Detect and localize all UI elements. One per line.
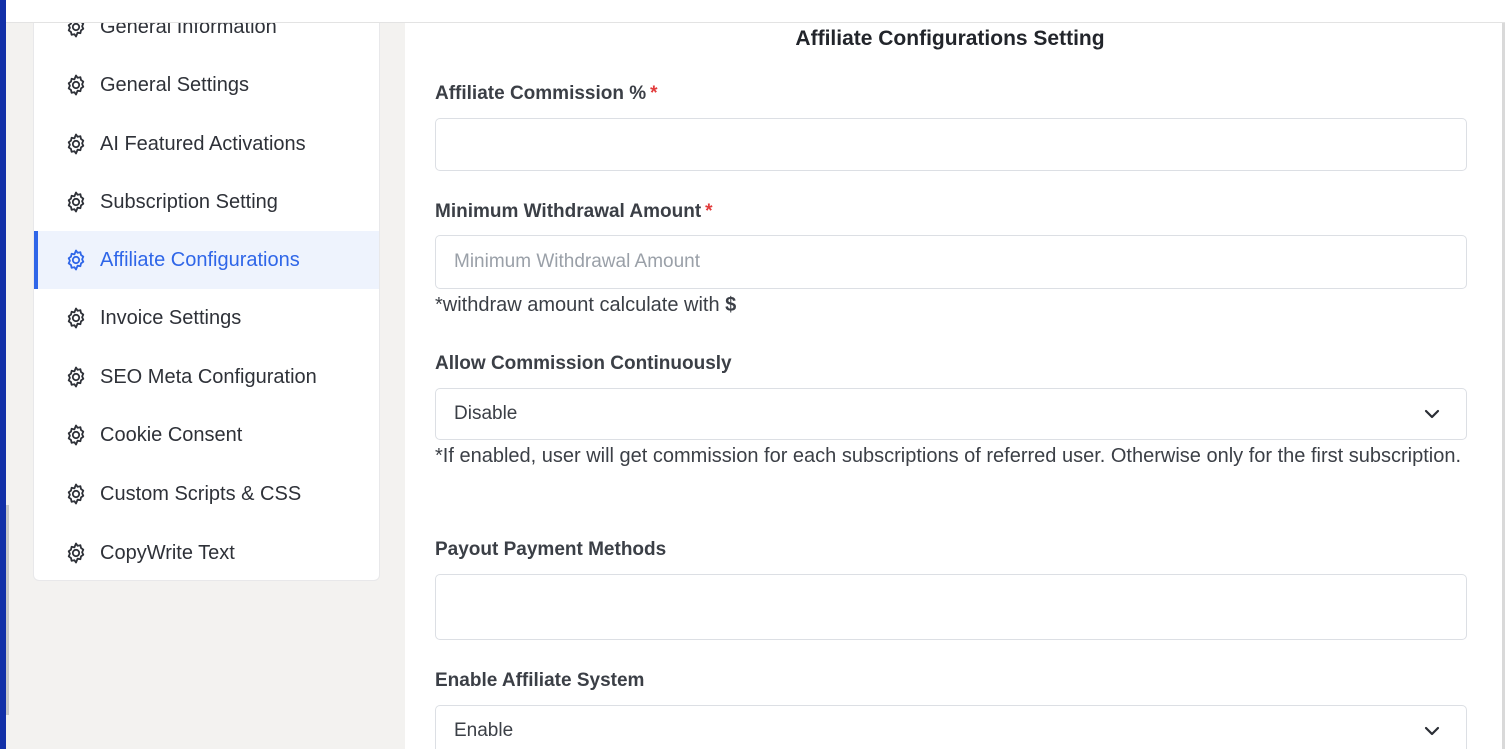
affiliate-settings-panel: Affiliate Configurations Setting Affilia… [405, 0, 1505, 749]
sidebar-item-label: Cookie Consent [100, 423, 243, 446]
sidebar-item-label: SEO Meta Configuration [100, 365, 317, 388]
min-withdrawal-label-text: Minimum Withdrawal Amount [435, 201, 702, 222]
top-bar-edge [0, 0, 6, 23]
payout-methods-label: Payout Payment Methods [435, 539, 667, 560]
gear-icon [64, 190, 88, 214]
commission-label-text: Affiliate Commission % [435, 83, 647, 104]
sidebar-item-label: Subscription Setting [100, 190, 278, 213]
page-title: Affiliate Configurations Setting [795, 27, 1105, 50]
allow-commission-hint: *If enabled, user will get commission fo… [435, 445, 1462, 467]
required-marker: * [650, 83, 658, 104]
chevron-down-icon [1422, 404, 1442, 424]
gear-icon [64, 365, 88, 389]
sidebar-item-label: Invoice Settings [100, 306, 242, 329]
allow-commission-select[interactable]: Disable [435, 388, 1467, 440]
withdrawal-hint: *withdraw amount calculate with $ [435, 288, 1475, 323]
top-bar [0, 0, 1505, 23]
sidebar-item-custom-scripts-css[interactable]: Custom Scripts & CSS [34, 465, 379, 523]
gear-icon [64, 423, 88, 447]
sidebar-item-label: General Settings [100, 73, 249, 96]
sidebar-item-label: AI Featured Activations [100, 132, 306, 155]
allow-commission-label: Allow Commission Continuously [435, 353, 732, 374]
sidebar-item-label: CopyWrite Text [100, 541, 235, 564]
affiliate-commission-input[interactable] [435, 118, 1467, 171]
sidebar-item-invoice-settings[interactable]: Invoice Settings [34, 289, 379, 347]
sidebar-item-copywrite-text[interactable]: CopyWrite Text [34, 524, 379, 582]
sidebar-item-affiliate-configurations[interactable]: Affiliate Configurations [34, 231, 379, 289]
enable-affiliate-value: Enable [454, 720, 514, 741]
gear-icon [64, 132, 88, 156]
sidebar-item-label: Custom Scripts & CSS [100, 482, 302, 505]
withdrawal-hint-text: *withdraw amount calculate with [435, 294, 720, 316]
chevron-down-icon [1422, 721, 1442, 741]
sidebar-item-label: Affiliate Configurations [100, 248, 300, 271]
commission-label: Affiliate Commission % * [435, 83, 658, 105]
allow-commission-value: Disable [454, 403, 518, 424]
currency-symbol: $ [725, 294, 737, 316]
sidebar-item-ai-featured-activations[interactable]: AI Featured Activations [34, 115, 379, 173]
sidebar-item-seo-meta-configuration[interactable]: SEO Meta Configuration [34, 348, 379, 406]
gear-icon [64, 541, 88, 565]
minimum-withdrawal-input[interactable] [435, 235, 1467, 289]
payout-methods-input[interactable] [435, 574, 1467, 640]
gear-icon [64, 306, 88, 330]
gear-icon [64, 73, 88, 97]
sidebar-item-general-settings[interactable]: General Settings [34, 56, 379, 114]
sidebar-item-cookie-consent[interactable]: Cookie Consent [34, 406, 379, 464]
gear-icon [64, 482, 88, 506]
enable-affiliate-select[interactable]: Enable [435, 705, 1467, 749]
enable-affiliate-label: Enable Affiliate System [435, 670, 645, 691]
gear-icon [64, 248, 88, 272]
left-scrollbar[interactable] [6, 505, 9, 715]
settings-sidebar: General Information General Settings AI … [33, 0, 380, 581]
required-marker: * [705, 201, 713, 222]
min-withdrawal-label: Minimum Withdrawal Amount * [435, 201, 713, 223]
sidebar-item-subscription-setting[interactable]: Subscription Setting [34, 173, 379, 231]
